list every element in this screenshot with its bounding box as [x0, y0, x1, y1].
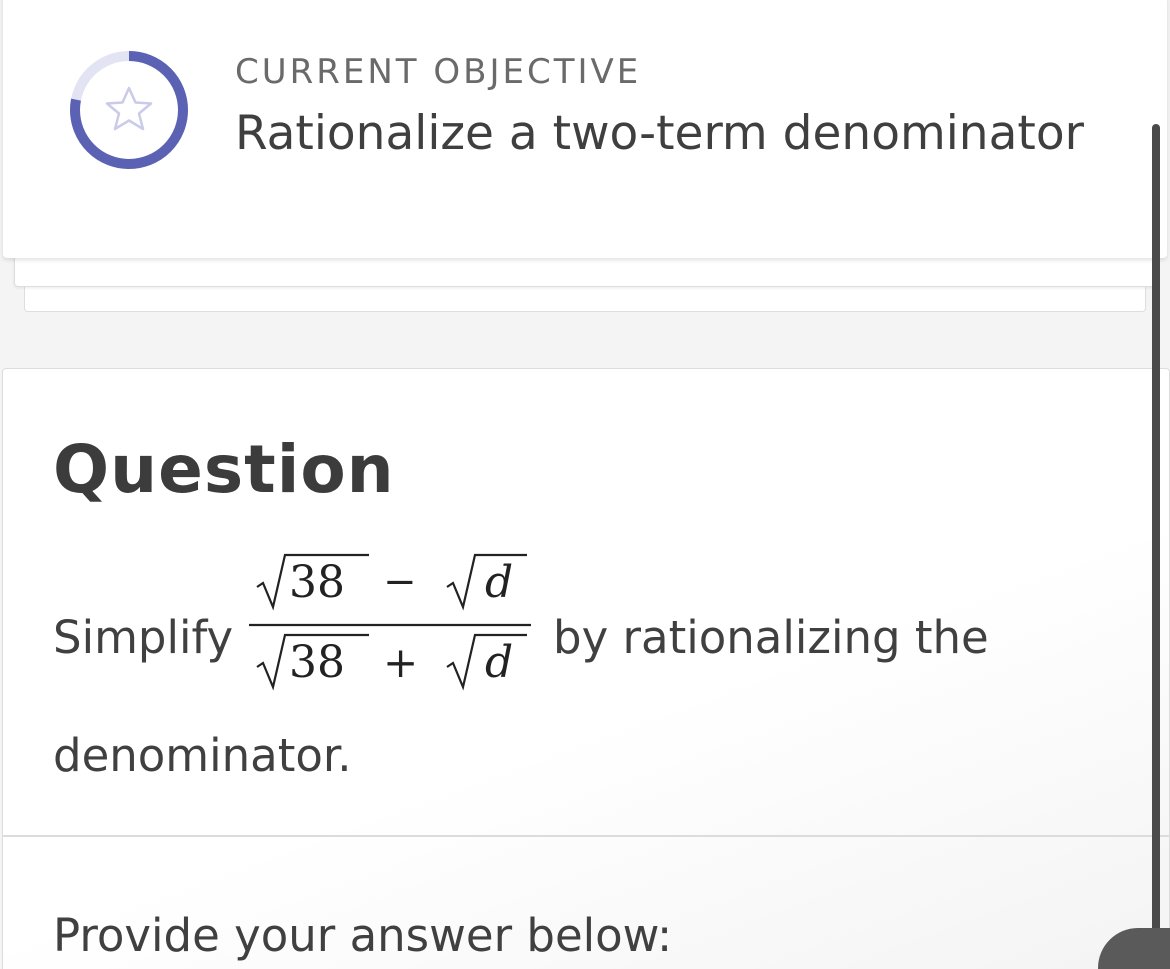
fraction-denominator: 38 + d: [256, 633, 527, 691]
scrollbar[interactable]: [1152, 124, 1160, 944]
answer-prompt: Provide your answer below:: [53, 909, 673, 962]
numerator-operator: −: [383, 559, 417, 605]
question-card: Question Simplify 38 − d 38 + d by ratio…: [2, 368, 1170, 969]
math-fraction: 38 − d 38 + d: [249, 553, 531, 691]
denominator-radicand-1: 38: [289, 637, 345, 688]
objective-eyebrow: CURRENT OBJECTIVE: [235, 52, 642, 92]
question-continuation: denominator.: [53, 729, 352, 782]
page: CURRENT OBJECTIVE Rationalize a two-term…: [0, 0, 1170, 969]
question-prefix: Simplify: [53, 611, 234, 664]
denominator-operator: +: [383, 638, 418, 687]
denominator-radicand-2: d: [485, 637, 513, 688]
fraction-numerator: 38 − d: [256, 553, 527, 611]
question-suffix: by rationalizing the: [553, 611, 989, 664]
section-divider: [3, 835, 1169, 837]
numerator-radicand-2: d: [485, 557, 513, 608]
numerator-radicand-1: 38: [289, 557, 345, 608]
star-icon: [105, 86, 153, 131]
objective-card[interactable]: CURRENT OBJECTIVE Rationalize a two-term…: [3, 0, 1167, 258]
progress-ring: [70, 51, 188, 169]
objective-title: Rationalize a two-term denominator: [235, 106, 1084, 161]
question-heading: Question: [53, 431, 395, 508]
